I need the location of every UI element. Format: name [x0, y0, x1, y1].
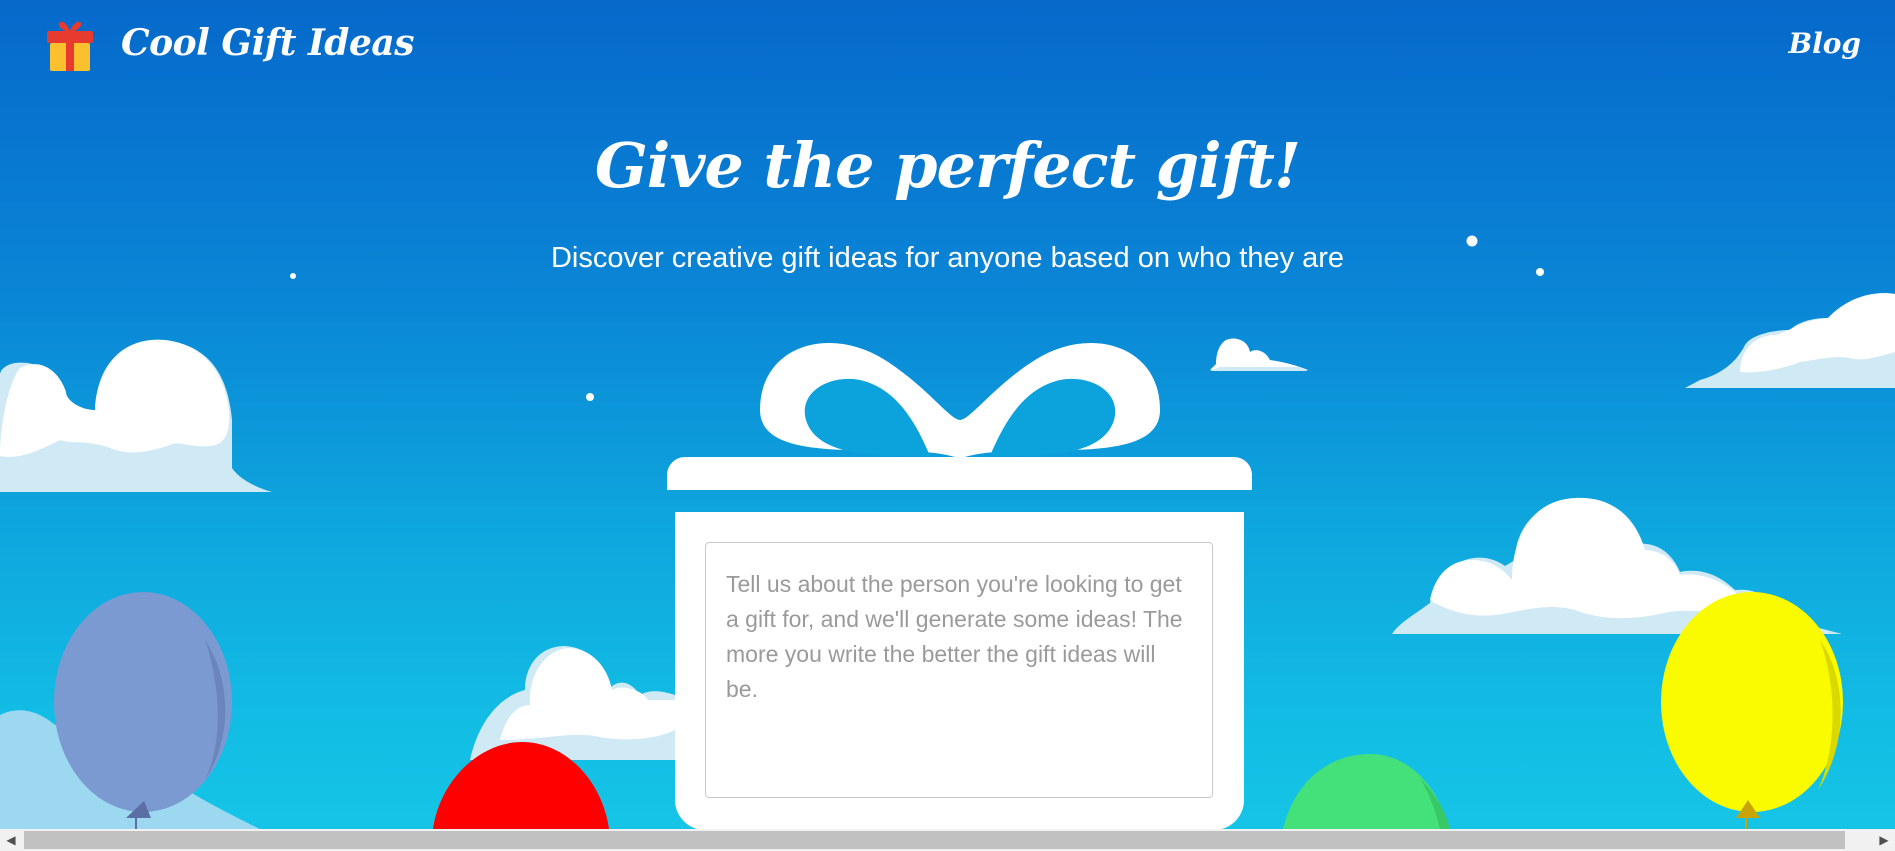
cloud-bottom-left [0, 710, 260, 829]
gift-lid [667, 457, 1252, 490]
nav-blog-link[interactable]: Blog [1788, 24, 1861, 64]
page-title: Give the perfect gift! [594, 129, 1301, 202]
gift-description-input[interactable] [705, 542, 1213, 798]
arrow-right-icon[interactable]: ▶ [1873, 829, 1895, 851]
balloon-yellow [1661, 592, 1843, 829]
balloon-blue [54, 592, 232, 829]
balloon-green [1283, 754, 1450, 829]
balloon-red [433, 742, 609, 829]
scrollbar-thumb[interactable] [24, 831, 1845, 849]
cloud-top-right [1685, 293, 1895, 388]
star-dot [586, 393, 594, 401]
cloud-top-left [0, 339, 272, 492]
arrow-left-icon[interactable]: ◀ [0, 829, 22, 851]
gift-icon[interactable] [46, 20, 94, 72]
horizontal-scrollbar[interactable]: ◀ ▶ [0, 829, 1895, 851]
cloud-bottom-center [470, 646, 675, 760]
site-header: Cool Gift Ideas Blog [0, 0, 1895, 90]
brand-name[interactable]: Cool Gift Ideas [121, 20, 414, 66]
gift-bow-icon [760, 342, 1160, 457]
cloud-small [1210, 338, 1308, 371]
page-subtitle: Discover creative gift ideas for anyone … [550, 242, 1345, 274]
cloud-middle-right [1392, 497, 1842, 634]
